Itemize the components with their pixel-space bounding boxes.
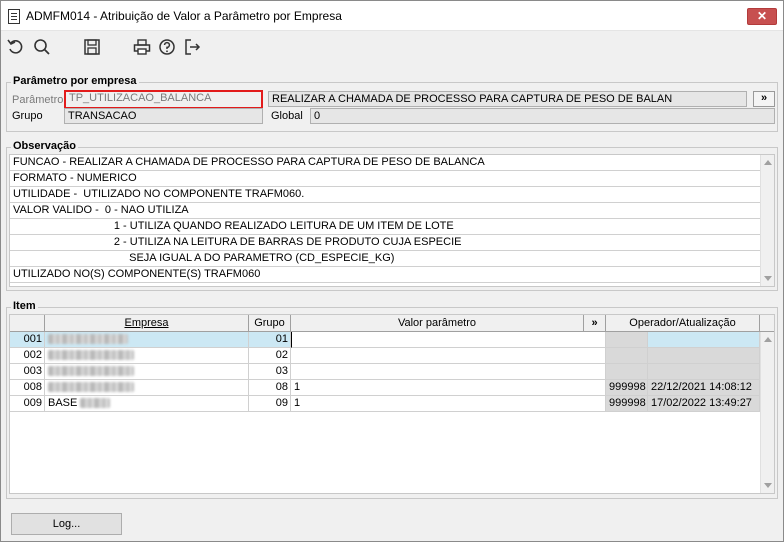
scroll-up-icon[interactable] [764,160,772,165]
parametro-label: Parâmetro [12,94,64,106]
header-operador[interactable]: Operador/Atualização [606,315,760,332]
grupo-field: TRANSACAO [64,108,263,124]
title-bar: ADMFM014 - Atribuição de Valor a Parâmet… [1,1,783,31]
print-icon[interactable] [132,37,152,57]
search-icon[interactable] [32,37,52,57]
grid-header: Empresa Grupo Valor parâmetro » Operador… [10,315,774,332]
parametro-field[interactable]: TP_UTILIZACAO_BALANCA [64,90,263,109]
item-grid: Empresa Grupo Valor parâmetro » Operador… [9,314,775,494]
global-field: 0 [310,108,775,124]
table-row[interactable]: 003 03 [10,364,762,380]
row-empresa [45,380,249,396]
row-empresa-text: BASE [48,397,78,409]
row-atualizacao [648,332,760,348]
parametro-description-field: REALIZAR A CHAMADA DE PROCESSO PARA CAPT… [268,91,747,107]
row-empresa [45,348,249,364]
row-code: 008 [10,380,45,396]
document-icon [8,9,20,24]
observacao-line: FUNCAO - REALIZAR A CHAMADA DE PROCESSO … [10,155,762,171]
row-code: 003 [10,364,45,380]
row-code: 009 [10,396,45,412]
observacao-line: UTILIZADO NO(S) COMPONENTE(S) TRAFM060 [10,267,762,283]
observacao-group-label: Observação [11,140,78,152]
row-grupo: 08 [249,380,291,396]
row-grupo: 01 [249,332,291,348]
row-operador: 999998 [606,380,648,396]
header-empresa[interactable]: Empresa [45,315,249,332]
observacao-textarea[interactable]: FUNCAO - REALIZAR A CHAMADA DE PROCESSO … [9,154,775,287]
grid-scrollbar[interactable] [760,332,774,493]
row-atualizacao [648,364,760,380]
close-button[interactable]: ✕ [747,8,777,25]
scroll-up-icon[interactable] [764,337,772,342]
header-code [10,315,45,332]
window-title: ADMFM014 - Atribuição de Valor a Parâmet… [26,9,342,23]
parametro-group-label: Parâmetro por empresa [11,75,139,87]
observacao-scrollbar[interactable] [760,155,774,286]
row-valor[interactable] [291,348,606,364]
row-grupo: 02 [249,348,291,364]
row-atualizacao: 17/02/2022 13:49:27 [648,396,760,412]
toolbar [1,32,783,62]
row-valor-input[interactable] [291,332,606,348]
observacao-line: 1 - UTILIZA QUANDO REALIZADO LEITURA DE … [10,219,762,235]
parametro-more-button[interactable]: » [753,91,775,107]
row-atualizacao [648,348,760,364]
row-code: 002 [10,348,45,364]
exit-icon[interactable] [182,37,202,57]
header-more-button[interactable]: » [584,315,606,332]
row-empresa: BASE [45,396,249,412]
observacao-line: FORMATO - NUMERICO [10,171,762,187]
observacao-line: 2 - UTILIZA NA LEITURA DE BARRAS DE PROD… [10,235,762,251]
row-operador [606,364,648,380]
header-valor[interactable]: Valor parâmetro [291,315,584,332]
observacao-line: SEJA IGUAL A DO PARAMETRO (CD_ESPECIE_KG… [10,251,762,267]
row-operador [606,332,648,348]
observacao-line: VALOR VALIDO - 0 - NAO UTILIZA [10,203,762,219]
observacao-line: UTILIDADE - UTILIZADO NO COMPONENTE TRAF… [10,187,762,203]
help-icon[interactable] [157,37,177,57]
save-icon[interactable] [82,37,102,57]
undo-icon[interactable] [6,37,26,57]
row-valor[interactable] [291,364,606,380]
row-atualizacao: 22/12/2021 14:08:12 [648,380,760,396]
header-grupo[interactable]: Grupo [249,315,291,332]
table-row[interactable]: 009 BASE 09 1 999998 17/02/2022 13:49:27 [10,396,762,412]
row-operador: 999998 [606,396,648,412]
table-row[interactable]: 002 02 [10,348,762,364]
row-empresa [45,364,249,380]
table-row[interactable]: 001 01 [10,332,762,348]
row-code: 001 [10,332,45,348]
item-group-label: Item [11,300,38,312]
scroll-down-icon[interactable] [764,276,772,281]
scroll-down-icon[interactable] [764,483,772,488]
global-label: Global [271,110,303,122]
row-valor[interactable]: 1 [291,396,606,412]
log-button[interactable]: Log... [11,513,122,535]
row-operador [606,348,648,364]
main-window: ADMFM014 - Atribuição de Valor a Parâmet… [0,0,784,542]
row-grupo: 09 [249,396,291,412]
row-valor[interactable]: 1 [291,380,606,396]
table-row[interactable]: 008 08 1 999998 22/12/2021 14:08:12 [10,380,762,396]
row-empresa [45,332,249,348]
row-grupo: 03 [249,364,291,380]
grupo-label: Grupo [12,110,43,122]
